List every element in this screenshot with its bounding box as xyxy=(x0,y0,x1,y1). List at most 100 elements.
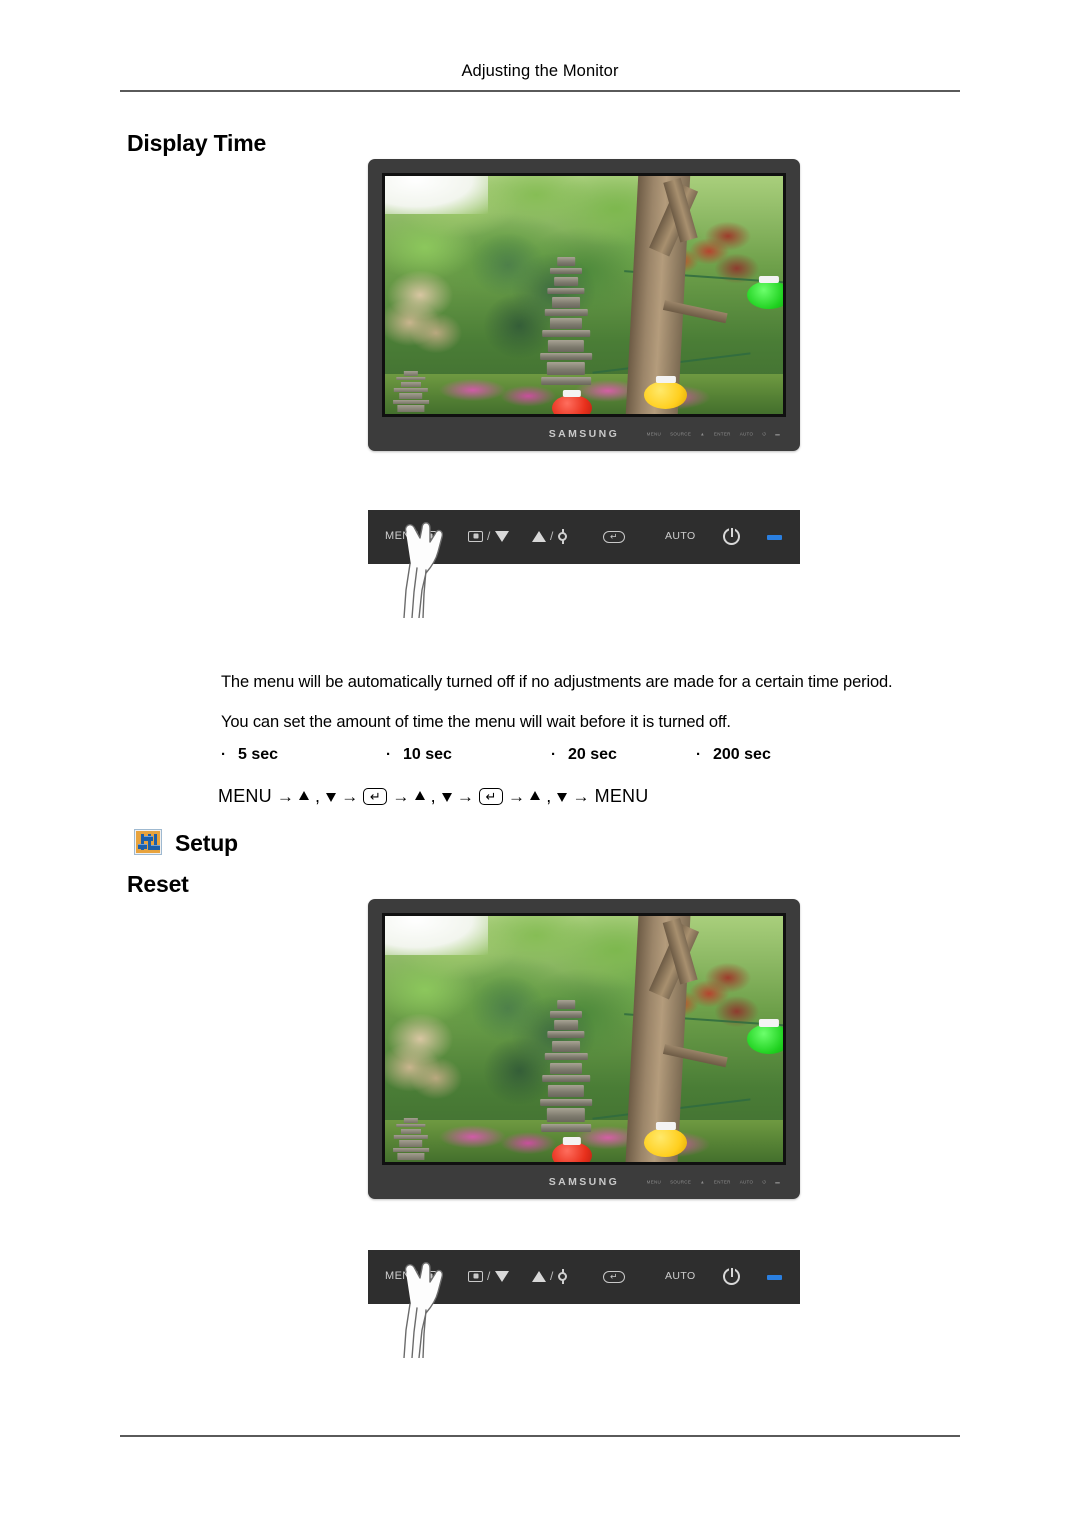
comma-separator: , xyxy=(430,786,436,806)
paper-lantern-red xyxy=(552,394,592,414)
page-title-display-time: Display Time xyxy=(127,130,267,156)
separator-slash: / xyxy=(487,1269,491,1283)
comma-separator: , xyxy=(315,786,321,806)
enter-button[interactable] xyxy=(603,531,625,543)
up-arrow-icon xyxy=(532,530,546,542)
header-divider xyxy=(120,90,960,92)
monitor-illustration: SAMSUNG MENU SOURCE ▲ ENTER AUTO ⏻ ▬ xyxy=(368,899,800,1199)
down-arrow-icon xyxy=(494,530,509,542)
garden-scene-image xyxy=(385,916,783,1162)
list-item-label: 5 sec xyxy=(238,746,279,763)
bezel-mark: MENU xyxy=(646,431,662,437)
led-indicator-icon xyxy=(767,1275,782,1280)
auto-button[interactable]: AUTO xyxy=(665,1270,696,1282)
running-header: Adjusting the Monitor xyxy=(461,62,619,80)
list-item: · 5 sec xyxy=(221,746,278,764)
enter-button[interactable] xyxy=(603,1271,625,1283)
bullet-dot: · xyxy=(386,746,391,763)
down-arrow-icon xyxy=(441,793,452,802)
monitor-screen xyxy=(382,913,786,1165)
monitor-control-panel: MENU / / AUTO xyxy=(368,1250,800,1358)
bezel-button-marks: MENU SOURCE ▲ ENTER AUTO ⏻ ▬ xyxy=(647,1180,780,1185)
monitor-screen xyxy=(382,173,786,417)
separator-slash: / xyxy=(550,1269,554,1283)
sky-patch xyxy=(385,916,489,956)
list-item-label: 10 sec xyxy=(403,746,452,763)
garden-scene-image xyxy=(385,176,783,414)
auto-button-label: AUTO xyxy=(665,1270,696,1282)
list-item: · 200 sec xyxy=(696,746,771,764)
small-pagoda xyxy=(392,371,429,412)
stone-pagoda xyxy=(540,256,592,390)
nav-end-label: MENU xyxy=(594,786,649,806)
setup-icon-inner xyxy=(136,831,160,853)
source-button[interactable]: / xyxy=(468,529,509,543)
enter-key-icon xyxy=(363,788,388,805)
page-title-setup: Setup xyxy=(175,830,238,856)
pale-shrub xyxy=(385,271,473,357)
list-item-label: 20 sec xyxy=(568,746,617,763)
list-item: · 20 sec xyxy=(551,746,617,764)
brightness-icon xyxy=(557,1268,567,1284)
bezel-mark: ⏻ xyxy=(762,1179,767,1185)
menu-button[interactable]: MENU xyxy=(385,1270,437,1282)
led-indicator xyxy=(767,535,782,540)
list-item-label: 200 sec xyxy=(713,746,771,763)
bullet-dot: · xyxy=(551,746,556,763)
down-arrow-icon xyxy=(557,793,568,802)
bezel-mark: SOURCE xyxy=(670,1179,692,1185)
bezel-mark: ENTER xyxy=(713,431,731,437)
arrow-icon: → xyxy=(392,786,410,806)
source-icon xyxy=(468,1270,483,1282)
slider-knob xyxy=(144,836,153,841)
arrow-icon: → xyxy=(572,786,590,806)
auto-button-label: AUTO xyxy=(665,530,696,542)
enter-icon xyxy=(603,531,625,543)
page-title-reset: Reset xyxy=(127,871,189,897)
led-indicator-icon xyxy=(767,535,782,540)
led-indicator xyxy=(767,1275,782,1280)
up-button[interactable]: / xyxy=(532,1268,567,1284)
samsung-logo: SAMSUNG xyxy=(548,428,620,440)
stone-pagoda xyxy=(540,999,592,1138)
source-button[interactable]: / xyxy=(468,1269,509,1283)
paper-lantern-green xyxy=(747,280,783,310)
paper-lantern-red xyxy=(552,1142,592,1162)
power-icon xyxy=(723,1268,740,1285)
bezel-mark: ⏻ xyxy=(762,431,767,437)
down-arrow-icon xyxy=(326,793,337,802)
power-button[interactable] xyxy=(723,1268,740,1285)
menu-icon xyxy=(422,1270,437,1282)
bezel-mark: SOURCE xyxy=(670,431,692,437)
pale-shrub xyxy=(385,1014,473,1103)
monitor-bezel-bottom: SAMSUNG MENU SOURCE ▲ ENTER AUTO ⏻ ▬ xyxy=(382,1165,786,1199)
slider-knob xyxy=(138,844,147,849)
footer-divider xyxy=(120,1435,960,1437)
bezel-mark: ENTER xyxy=(713,1179,731,1185)
paragraph-1: The menu will be automatically turned of… xyxy=(221,673,893,691)
arrow-icon: → xyxy=(276,786,295,806)
menu-button-label: MENU xyxy=(385,1270,419,1282)
bezel-mark: AUTO xyxy=(739,1179,754,1185)
manual-page: Adjusting the Monitor Display Time SAMSU… xyxy=(0,0,1080,1527)
monitor-bezel-bottom: SAMSUNG MENU SOURCE ▲ ENTER AUTO ⏻ ▬ xyxy=(382,417,786,451)
samsung-logo: SAMSUNG xyxy=(548,1176,620,1188)
up-arrow-icon xyxy=(299,791,310,800)
up-arrow-icon xyxy=(532,1270,546,1282)
separator-slash: / xyxy=(550,529,554,543)
auto-button[interactable]: AUTO xyxy=(665,530,696,542)
up-arrow-icon xyxy=(414,791,425,800)
enter-icon xyxy=(603,1271,625,1283)
slider-knob xyxy=(151,845,160,850)
menu-button[interactable]: MENU xyxy=(385,530,437,542)
menu-navigation-path: MENU → , → → , → → , → MENU xyxy=(218,786,648,807)
bullet-dot: · xyxy=(221,746,226,763)
arrow-icon: → xyxy=(508,786,526,806)
power-button[interactable] xyxy=(723,528,740,545)
arrow-icon: → xyxy=(456,786,475,806)
list-item: · 10 sec xyxy=(386,746,452,764)
menu-button-label: MENU xyxy=(385,530,419,542)
bezel-mark: ▲ xyxy=(700,431,705,437)
up-button[interactable]: / xyxy=(532,528,567,544)
down-arrow-icon xyxy=(494,1270,509,1282)
